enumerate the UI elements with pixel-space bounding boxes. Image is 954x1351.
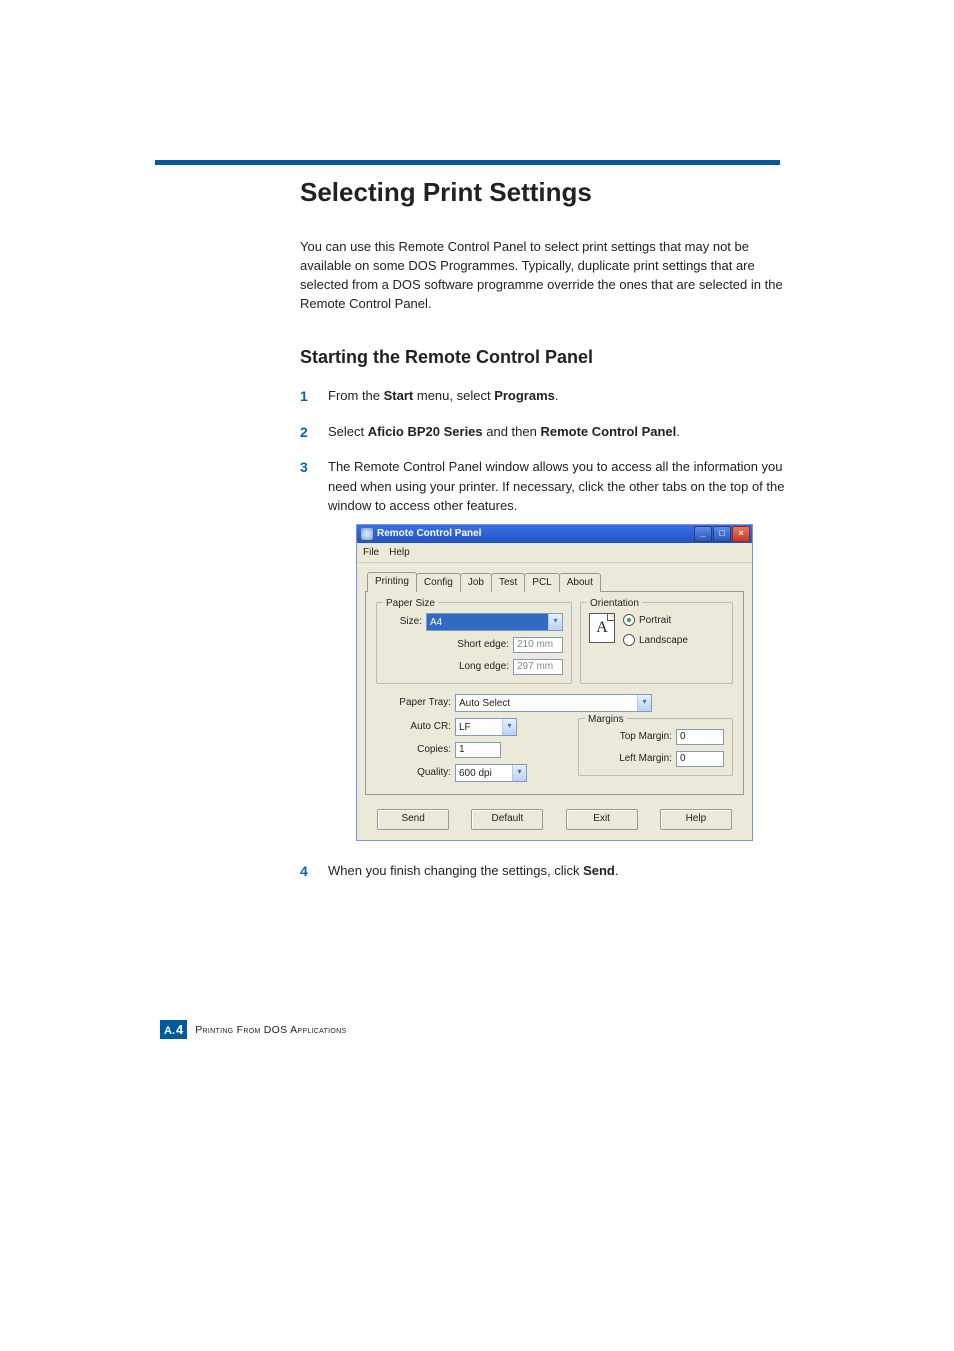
margins-group: Margins Top Margin: 0 Left Margin: 0 [578, 718, 733, 776]
chevron-down-icon: ▾ [512, 765, 526, 781]
orientation-icon: A [589, 613, 615, 643]
tab-body: Paper Size Size: A4 ▾ [365, 591, 744, 795]
step-bold: Aficio BP20 Series [368, 424, 483, 439]
longedge-field[interactable]: 297 mm [513, 659, 563, 675]
tab-job[interactable]: Job [460, 573, 492, 592]
portrait-label: Portrait [639, 613, 671, 628]
chevron-down-icon: ▾ [637, 695, 651, 711]
step-number: 2 [300, 422, 308, 443]
topmargin-label: Top Margin: [602, 729, 672, 744]
menu-file[interactable]: File [363, 545, 379, 560]
step-bold: Remote Control Panel [540, 424, 676, 439]
default-button[interactable]: Default [471, 809, 543, 830]
menu-help[interactable]: Help [389, 545, 410, 560]
chevron-down-icon: ▾ [502, 719, 516, 735]
tab-printing[interactable]: Printing [367, 572, 417, 592]
quality-label: Quality: [376, 765, 451, 780]
tab-pcl[interactable]: PCL [524, 573, 559, 592]
landscape-radio[interactable]: Landscape [623, 633, 688, 648]
remote-control-panel-screenshot: Remote Control Panel _ □ × File Help [356, 524, 753, 841]
intro-paragraph: You can use this Remote Control Panel to… [300, 238, 785, 313]
tab-config[interactable]: Config [416, 573, 461, 592]
header-rule [155, 160, 780, 165]
topmargin-field[interactable]: 0 [676, 729, 724, 745]
maximize-button[interactable]: □ [713, 526, 731, 542]
autocr-label: Auto CR: [376, 719, 451, 734]
size-label: Size: [400, 614, 422, 629]
dialog-button-row: Send Default Exit Help [365, 803, 744, 830]
step-text: From the [328, 388, 384, 403]
window-title: Remote Control Panel [377, 526, 481, 541]
step-1: 1 From the Start menu, select Programs. [300, 386, 785, 406]
shortedge-field[interactable]: 210 mm [513, 637, 563, 653]
quality-select[interactable]: 600 dpi ▾ [455, 764, 527, 782]
page-footer: A.4 Printing From DOS Applications [160, 1020, 824, 1039]
copies-label: Copies: [376, 742, 451, 757]
exit-button[interactable]: Exit [566, 809, 638, 830]
step-3: 3 The Remote Control Panel window allows… [300, 457, 785, 841]
leftmargin-label: Left Margin: [602, 751, 672, 766]
step-text: Select [328, 424, 368, 439]
autocr-select[interactable]: LF ▾ [455, 718, 517, 736]
app-icon [361, 528, 373, 540]
quality-value: 600 dpi [456, 765, 512, 781]
chevron-down-icon: ▾ [548, 614, 562, 630]
step-bold: Programs [494, 388, 555, 403]
page-prefix: A. [164, 1025, 175, 1037]
size-select[interactable]: A4 ▾ [426, 613, 563, 631]
papertray-select[interactable]: Auto Select ▾ [455, 694, 652, 712]
step-text: . [615, 863, 619, 878]
page-title: Selecting Print Settings [300, 177, 785, 208]
subheading: Starting the Remote Control Panel [300, 347, 785, 368]
radio-icon [623, 634, 635, 646]
shortedge-label: Short edge: [457, 637, 509, 652]
close-button[interactable]: × [732, 526, 750, 542]
step-number: 4 [300, 861, 308, 882]
step-2: 2 Select Aficio BP20 Series and then Rem… [300, 422, 785, 442]
step-bold: Send [583, 863, 615, 878]
step-text: and then [483, 424, 541, 439]
tab-test[interactable]: Test [491, 573, 525, 592]
margins-legend: Margins [585, 712, 627, 727]
help-button[interactable]: Help [660, 809, 732, 830]
step-4: 4 When you finish changing the settings,… [300, 861, 785, 881]
step-text: menu, select [413, 388, 494, 403]
step-text: . [555, 388, 559, 403]
orientation-group: Orientation A Portrait [580, 602, 733, 684]
minimize-button[interactable]: _ [694, 526, 712, 542]
step-text: When you finish changing the settings, c… [328, 863, 583, 878]
step-text: . [676, 424, 680, 439]
step-text: The Remote Control Panel window allows y… [328, 459, 784, 513]
papertray-label: Paper Tray: [376, 695, 451, 710]
window-titlebar[interactable]: Remote Control Panel _ □ × [357, 525, 752, 543]
step-bold: Start [384, 388, 414, 403]
papertray-value: Auto Select [456, 695, 637, 711]
page-number: 4 [176, 1022, 183, 1037]
page-number-badge: A.4 [160, 1020, 187, 1039]
tab-strip: Printing Config Job Test PCL About [367, 571, 744, 591]
orientation-legend: Orientation [587, 596, 642, 611]
send-button[interactable]: Send [377, 809, 449, 830]
papersize-group: Paper Size Size: A4 ▾ [376, 602, 572, 684]
menu-bar: File Help [357, 543, 752, 563]
autocr-value: LF [456, 719, 502, 735]
step-number: 3 [300, 457, 308, 478]
portrait-radio[interactable]: Portrait [623, 613, 688, 628]
radio-icon [623, 614, 635, 626]
size-value: A4 [427, 614, 548, 630]
copies-field[interactable]: 1 [455, 742, 501, 758]
leftmargin-field[interactable]: 0 [676, 751, 724, 767]
tab-about[interactable]: About [559, 573, 601, 592]
landscape-label: Landscape [639, 633, 688, 648]
steps-list: 1 From the Start menu, select Programs. … [300, 386, 785, 880]
footer-text: Printing From DOS Applications [195, 1024, 346, 1036]
papersize-legend: Paper Size [383, 596, 438, 611]
longedge-label: Long edge: [459, 659, 509, 674]
step-number: 1 [300, 386, 308, 407]
